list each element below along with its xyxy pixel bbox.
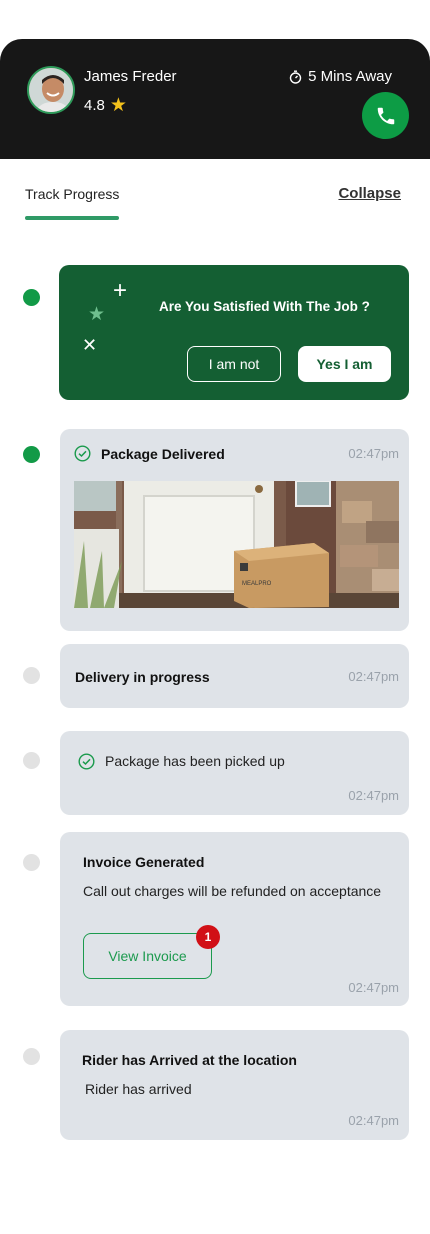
rating-value: 4.8 bbox=[84, 97, 105, 114]
timeline-dot-satisfaction bbox=[23, 289, 40, 306]
card-time: 02:47pm bbox=[348, 446, 399, 461]
satisfaction-question: Are You Satisfied With The Job ? bbox=[159, 299, 370, 314]
card-title: Delivery in progress bbox=[75, 669, 210, 685]
star-icon: ★ bbox=[109, 95, 127, 116]
card-title: Package Delivered bbox=[101, 446, 225, 462]
check-circle-icon bbox=[78, 753, 95, 770]
box-brand-text: MEALPRO bbox=[242, 581, 272, 587]
timeline-dot-delivered bbox=[23, 446, 40, 463]
view-invoice-button[interactable]: View Invoice bbox=[83, 933, 212, 979]
stopwatch-icon bbox=[289, 70, 302, 84]
satisfaction-card: + ★ ✕ Are You Satisfied With The Job ? I… bbox=[59, 265, 409, 400]
tab-track-progress[interactable]: Track Progress bbox=[25, 186, 119, 202]
driver-name: James Freder bbox=[84, 68, 177, 85]
picked-up-card: Package has been picked up 02:47pm bbox=[60, 731, 409, 815]
rider-arrived-card: Rider has Arrived at the location Rider … bbox=[60, 1030, 409, 1140]
card-time: 02:47pm bbox=[348, 980, 399, 995]
collapse-link[interactable]: Collapse bbox=[338, 185, 401, 202]
delivery-in-progress-card: Delivery in progress 02:47pm bbox=[60, 644, 409, 708]
driver-rating: 4.8 ★ bbox=[84, 96, 127, 115]
invoice-description: Call out charges will be refunded on acc… bbox=[83, 883, 382, 899]
not-satisfied-button[interactable]: I am not bbox=[187, 346, 281, 382]
active-tab-indicator bbox=[25, 216, 119, 220]
call-button[interactable] bbox=[362, 92, 409, 139]
cross-icon: ✕ bbox=[82, 335, 98, 355]
notification-badge: 1 bbox=[196, 925, 220, 949]
invoice-card: Invoice Generated Call out charges will … bbox=[60, 832, 409, 1006]
eta: 5 Mins Away bbox=[289, 68, 392, 85]
eta-text: 5 Mins Away bbox=[308, 68, 392, 85]
plus-icon: + bbox=[113, 277, 128, 304]
timeline-dot-picked-up bbox=[23, 752, 40, 769]
card-time: 02:47pm bbox=[348, 1113, 399, 1128]
phone-icon bbox=[377, 107, 394, 124]
satisfied-button[interactable]: Yes I am bbox=[298, 346, 391, 382]
delivery-photo[interactable]: MEALPRO bbox=[74, 481, 399, 608]
arrived-description: Rider has arrived bbox=[85, 1081, 192, 1097]
card-time: 02:47pm bbox=[348, 788, 399, 803]
driver-avatar bbox=[27, 66, 75, 114]
card-title: Package has been picked up bbox=[105, 753, 285, 769]
timeline-dot-invoice bbox=[23, 854, 40, 871]
card-title: Invoice Generated bbox=[83, 854, 205, 870]
check-circle-icon bbox=[74, 445, 91, 462]
driver-header: James Freder 4.8 ★ 5 Mins Away bbox=[0, 39, 430, 159]
timeline-dot-in-progress bbox=[23, 667, 40, 684]
card-time: 02:47pm bbox=[348, 669, 399, 684]
package-delivered-card: Package Delivered 02:47pm MEALPRO bbox=[60, 429, 409, 631]
card-title: Rider has Arrived at the location bbox=[82, 1052, 297, 1068]
timeline-dot-arrived bbox=[23, 1048, 40, 1065]
star-icon: ★ bbox=[88, 304, 106, 325]
